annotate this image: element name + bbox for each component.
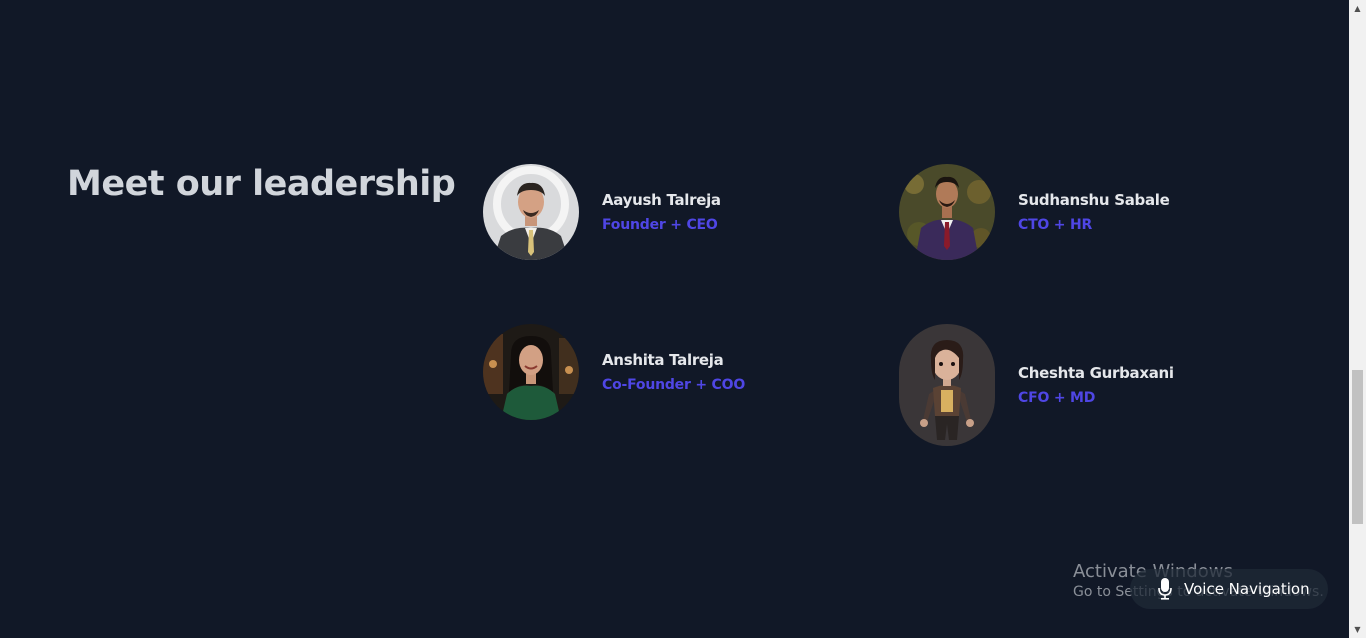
leader-role: Founder + CEO <box>602 217 718 233</box>
leader-card: Sudhanshu Sabale CTO + HR <box>899 164 1170 260</box>
leader-name: Sudhanshu Sabale <box>1018 191 1170 209</box>
section-title: Meet our leadership <box>67 164 456 204</box>
vertical-scrollbar[interactable]: ▲ ▼ <box>1349 0 1366 638</box>
leader-role: Co-Founder + COO <box>602 377 746 393</box>
leadership-section: Meet our leadership Aayush Talreja Found… <box>0 0 1349 638</box>
microphone-icon <box>1158 578 1172 600</box>
scroll-down-arrow-icon[interactable]: ▼ <box>1349 621 1366 638</box>
leader-role: CTO + HR <box>1018 217 1093 233</box>
leader-name: Aayush Talreja <box>602 191 721 209</box>
leader-role: CFO + MD <box>1018 390 1096 406</box>
leader-card: Aayush Talreja Founder + CEO <box>483 164 721 260</box>
leader-name: Cheshta Gurbaxani <box>1018 364 1174 382</box>
leader-photo <box>483 164 579 260</box>
scroll-up-arrow-icon[interactable]: ▲ <box>1349 0 1366 17</box>
leader-avatar-3d <box>899 324 995 446</box>
leader-photo <box>483 324 579 420</box>
leader-photo <box>899 164 995 260</box>
leader-name: Anshita Talreja <box>602 351 724 369</box>
voice-navigation-button[interactable]: Voice Navigation <box>1130 569 1328 609</box>
scrollbar-thumb[interactable] <box>1352 370 1363 524</box>
voice-navigation-label: Voice Navigation <box>1184 580 1310 598</box>
leader-card: Anshita Talreja Co-Founder + COO <box>483 324 745 420</box>
leader-card: Cheshta Gurbaxani CFO + MD <box>899 324 1174 446</box>
